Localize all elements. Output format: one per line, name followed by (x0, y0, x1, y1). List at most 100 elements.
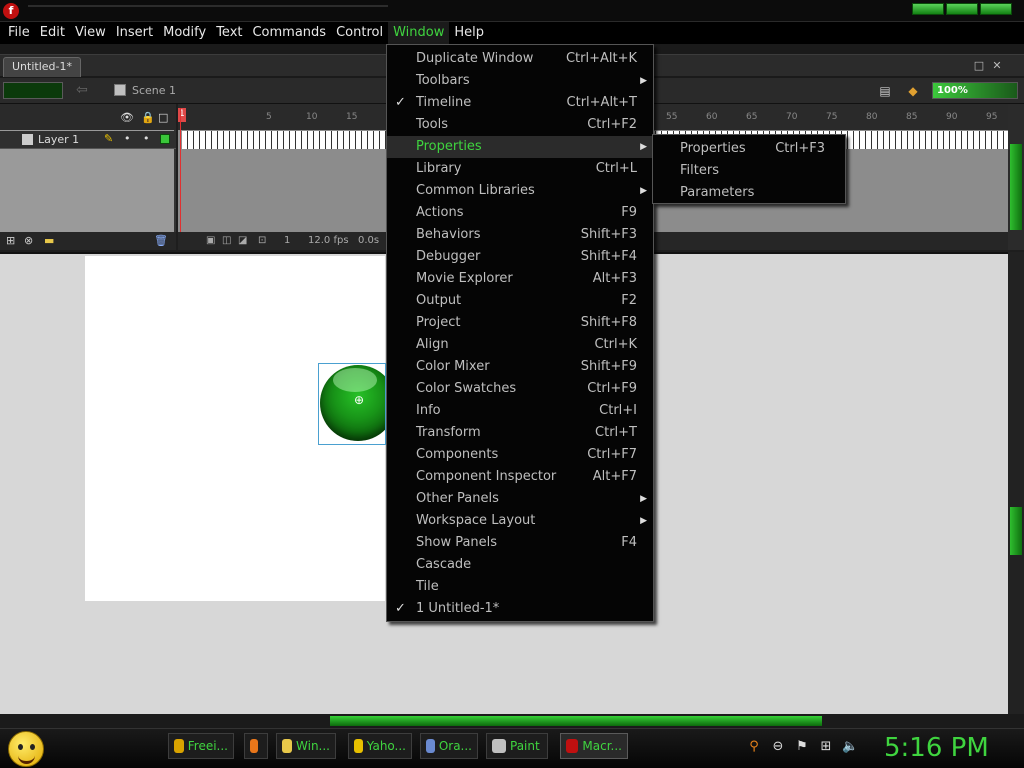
taskbar-clock[interactable]: 5:16 PM (884, 733, 989, 763)
menu-control[interactable]: Control (331, 22, 388, 44)
menu-item-label: Color Swatches (416, 381, 517, 396)
back-arrow-icon[interactable]: ⇦ (76, 83, 94, 98)
window-menu-item[interactable]: Properties ▶ (387, 136, 653, 158)
menu-window[interactable]: Window (388, 22, 450, 44)
menu-commands[interactable]: Commands (247, 22, 331, 44)
taskbar-button[interactable]: Macr... (560, 733, 628, 759)
menu-view[interactable]: View (70, 22, 111, 44)
onion-outline-icon[interactable]: ◪ (238, 235, 247, 246)
document-tab[interactable]: Untitled-1* (3, 57, 81, 77)
edit-symbols-icon[interactable]: ◆ (906, 84, 920, 98)
lock-icon[interactable]: 🔒 (141, 111, 155, 124)
window-menu-item[interactable]: Movie Explorer Alt+F3 (387, 268, 653, 290)
menu-insert[interactable]: Insert (111, 22, 158, 44)
menu-help[interactable]: Help (449, 22, 489, 44)
flash-app-icon[interactable]: f (3, 3, 19, 19)
add-guide-icon[interactable]: ⊗ (24, 234, 33, 247)
start-button-smiley-icon[interactable] (8, 731, 44, 767)
minimize-button[interactable] (912, 3, 944, 15)
layer-name[interactable]: Layer 1 (38, 133, 79, 146)
layer-row[interactable]: Layer 1 ✎ • • (0, 131, 176, 149)
window-menu-item[interactable]: Color Mixer Shift+F9 (387, 356, 653, 378)
window-menu-item[interactable]: Library Ctrl+L (387, 158, 653, 180)
restore-doc-icon[interactable]: □ (972, 59, 986, 73)
fps-field[interactable]: 12.0 fps (308, 235, 349, 246)
delete-layer-icon[interactable]: 🗑 (154, 234, 168, 247)
taskbar-button[interactable]: Win... (276, 733, 336, 759)
taskbar-button[interactable]: Ora... (420, 733, 478, 759)
submenu-arrow-icon: ▶ (640, 76, 647, 86)
taskbar-button[interactable]: Freei... (168, 733, 234, 759)
properties-submenu-item[interactable]: Parameters (653, 182, 845, 204)
window-menu-item[interactable]: Duplicate Window Ctrl+Alt+K (387, 48, 653, 70)
menu-item-shortcut: Ctrl+F3 (775, 141, 825, 156)
scene-label[interactable]: Scene 1 (132, 84, 176, 97)
edit-scene-icon[interactable]: ▤ (878, 84, 892, 98)
window-menu-item[interactable]: Actions F9 (387, 202, 653, 224)
edit-multiple-icon[interactable]: ⊡ (258, 235, 266, 246)
eye-icon[interactable]: 👁 (120, 111, 134, 124)
lock-dot[interactable]: • (143, 132, 150, 145)
window-menu-item[interactable]: Align Ctrl+K (387, 334, 653, 356)
window-menu-item[interactable]: Color Swatches Ctrl+F9 (387, 378, 653, 400)
timeline-toggle-button[interactable] (3, 82, 63, 99)
close-button[interactable] (980, 3, 1012, 15)
window-menu-item[interactable]: Workspace Layout ▶ (387, 510, 653, 532)
add-folder-icon[interactable]: ▬ (44, 234, 54, 247)
minus-circle-icon[interactable]: ⊖ (770, 739, 786, 755)
window-menu-item[interactable]: Tools Ctrl+F2 (387, 114, 653, 136)
window-menu-item[interactable]: Components Ctrl+F7 (387, 444, 653, 466)
menu-modify[interactable]: Modify (158, 22, 211, 44)
window-menu-item[interactable]: Project Shift+F8 (387, 312, 653, 334)
window-menu-item[interactable]: Show Panels F4 (387, 532, 653, 554)
menu-item-shortcut: Alt+F3 (592, 271, 637, 286)
window-menu-item[interactable]: Output F2 (387, 290, 653, 312)
zoom-combobox[interactable]: 100% (932, 82, 1018, 99)
outline-icon[interactable]: □ (158, 111, 168, 124)
center-frame-icon[interactable]: ▣ (206, 235, 215, 246)
window-menu-item[interactable]: ✓ Timeline Ctrl+Alt+T (387, 92, 653, 114)
green-button-symbol[interactable]: ⊕ (318, 363, 386, 445)
window-menu-item[interactable]: Behaviors Shift+F3 (387, 224, 653, 246)
window-menu-item[interactable]: Transform Ctrl+T (387, 422, 653, 444)
window-menu-item[interactable]: Component Inspector Alt+F7 (387, 466, 653, 488)
window-menu-item[interactable]: Cascade (387, 554, 653, 576)
stage-horizontal-scrollbar[interactable] (0, 714, 1010, 728)
window-menu-item[interactable]: ✓ 1 Untitled-1* (387, 598, 653, 620)
window-menu-item[interactable]: Debugger Shift+F4 (387, 246, 653, 268)
menu-file[interactable]: File (3, 22, 35, 44)
window-menu-item[interactable]: Other Panels ▶ (387, 488, 653, 510)
onion-skin-icon[interactable]: ◫ (222, 235, 231, 246)
add-layer-icon[interactable]: ⊞ (6, 234, 15, 247)
menu-item-label: Debugger (416, 249, 481, 264)
volume-icon[interactable]: 🔈 (842, 739, 858, 755)
maximize-button[interactable] (946, 3, 978, 15)
submenu-arrow-icon: ▶ (640, 494, 647, 504)
taskbar-button[interactable] (244, 733, 268, 759)
menu-item-label: Other Panels (416, 491, 499, 506)
menu-item-shortcut: Ctrl+K (594, 337, 637, 352)
stage-hscroll-thumb[interactable] (330, 716, 822, 726)
window-menu-item[interactable]: Tile (387, 576, 653, 598)
stage-vscroll-thumb[interactable] (1010, 507, 1022, 555)
outline-color-swatch[interactable] (160, 134, 170, 144)
visibility-dot[interactable]: • (124, 132, 131, 145)
window-menu-item[interactable]: Common Libraries ▶ (387, 180, 653, 202)
properties-submenu-item[interactable]: Properties Ctrl+F3 (653, 138, 845, 160)
taskbar-button[interactable]: Paint (486, 733, 548, 759)
menu-edit[interactable]: Edit (35, 22, 70, 44)
close-doc-icon[interactable]: ✕ (990, 59, 1004, 73)
stage-vertical-scrollbar[interactable] (1008, 252, 1024, 714)
window-menu-item[interactable]: Info Ctrl+I (387, 400, 653, 422)
menu-item-label: Component Inspector (416, 469, 557, 484)
menu-text[interactable]: Text (211, 22, 247, 44)
timeline-scrollbar[interactable] (1008, 104, 1024, 250)
timeline-scroll-thumb[interactable] (1010, 144, 1022, 230)
app-icon (250, 739, 258, 753)
flag-icon[interactable]: ⚑ (794, 739, 810, 755)
properties-submenu-item[interactable]: Filters (653, 160, 845, 182)
taskbar-button[interactable]: Yaho... (348, 733, 412, 759)
window-menu-item[interactable]: Toolbars ▶ (387, 70, 653, 92)
search-icon[interactable]: ⚲ (746, 739, 762, 755)
network-icon[interactable]: ⊞ (818, 739, 834, 755)
